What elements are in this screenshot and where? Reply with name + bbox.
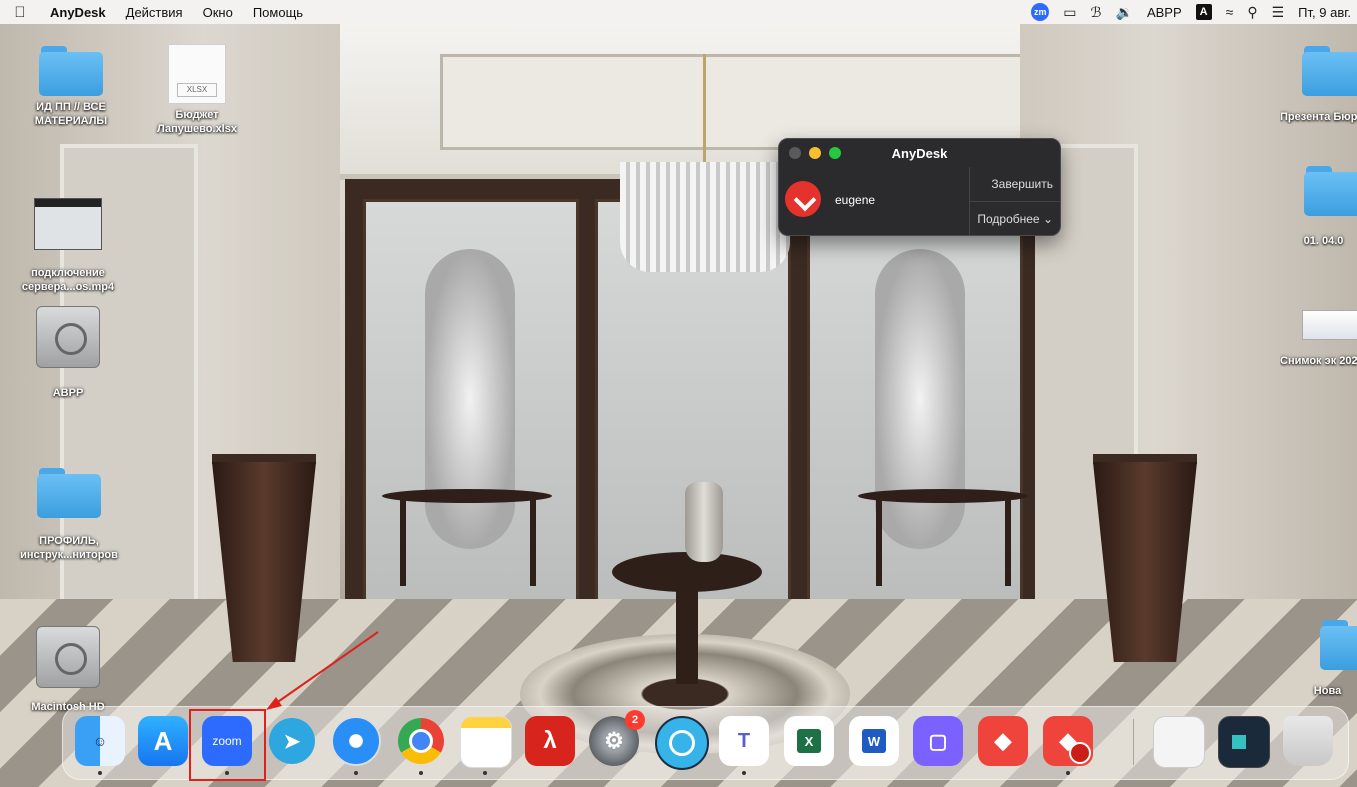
wallpaper-chandelier: [620, 162, 790, 272]
anydesk-titlebar[interactable]: AnyDesk: [779, 139, 1060, 167]
notification-badge: 2: [625, 710, 645, 730]
dock-screen-app-icon[interactable]: ▢: [913, 716, 963, 766]
display-icon[interactable]: ▭: [1063, 4, 1076, 21]
dock-telegram-icon[interactable]: ➤: [267, 716, 317, 766]
dock-acrobat-icon[interactable]: λ: [525, 716, 575, 766]
screenshot-thumbnail-icon: [1302, 310, 1357, 340]
desktop-folder-new[interactable]: Нова: [1298, 620, 1357, 698]
dock-finder-icon[interactable]: ☺: [75, 716, 125, 766]
desktop-folder-profile[interactable]: ПРОФИЛЬ, инструк...ниторов: [4, 468, 134, 562]
annotation-highlight-box: [189, 709, 266, 781]
desktop-folder-presentation[interactable]: Презента Бюро: [1280, 46, 1357, 124]
wallpaper-vase: [685, 482, 723, 562]
disk-icon: [36, 626, 100, 688]
input-source-icon[interactable]: A: [1195, 4, 1212, 20]
close-window-button[interactable]: [789, 147, 801, 159]
desktop-icon-label: ИД ПП // ВСЕ МАТЕРИАЛЫ: [34, 101, 108, 127]
anydesk-user-avatar-icon: [785, 181, 821, 217]
end-session-button[interactable]: Завершить: [970, 167, 1061, 201]
dock-chrome-icon[interactable]: [396, 716, 446, 766]
desktop-icon-label: Снимок эк 2024-01...1: [1280, 355, 1357, 367]
desktop-file-video[interactable]: подключение сервера...os.mp4: [8, 198, 128, 294]
dock-word-icon[interactable]: W: [849, 716, 899, 766]
dock-screenshot-stack-icon[interactable]: [1153, 716, 1205, 768]
volume-icon[interactable]: 🔉: [1116, 4, 1133, 21]
wifi-icon[interactable]: ≈: [1226, 4, 1234, 20]
desktop-disk-macintosh-hd[interactable]: Macintosh HD: [18, 626, 118, 714]
folder-icon: [1302, 46, 1357, 96]
desktop-folder-id-pp[interactable]: ИД ПП // ВСЕ МАТЕРИАЛЫ: [16, 46, 126, 128]
desktop-icon-label: Нова: [1313, 685, 1342, 697]
dock-appstore-icon[interactable]: A: [138, 716, 188, 766]
anydesk-window-title: AnyDesk: [891, 145, 948, 161]
menu-clock[interactable]: Пт, 9 авг.: [1298, 5, 1351, 20]
menu-app-name[interactable]: AnyDesk: [40, 5, 116, 20]
menu-window[interactable]: Окно: [193, 5, 243, 20]
desktop-icon-label: Бюджет Лапушево.xlsx: [157, 109, 237, 135]
dock-notes-icon[interactable]: [460, 716, 512, 768]
folder-icon: [1320, 620, 1357, 670]
more-details-button[interactable]: Подробнее ⌄: [970, 201, 1061, 236]
dock-anydesk-icon[interactable]: ◆: [978, 716, 1028, 766]
dock-trash-icon[interactable]: [1283, 716, 1333, 766]
dock-separator: [1133, 719, 1134, 765]
dock-safari-icon[interactable]: [331, 716, 381, 766]
anydesk-window: AnyDesk eugene Завершить Подробнее ⌄: [778, 138, 1061, 236]
desktop-wallpaper: [0, 24, 1357, 787]
chevron-down-icon: ⌄: [1042, 212, 1053, 226]
desktop-folder-01-04[interactable]: 01. 04.0: [1290, 166, 1357, 248]
desktop-screenshot-file[interactable]: Снимок эк 2024-01...1: [1280, 300, 1357, 368]
desktop-icon-label: 01. 04.0: [1303, 235, 1344, 247]
menu-bar:  AnyDesk Действия Окно Помощь zm ▭ ℬ 🔉 …: [0, 0, 1357, 24]
folder-icon: [37, 468, 101, 518]
desktop-icon-label: ПРОФИЛЬ, инструк...ниторов: [20, 535, 118, 561]
minimize-window-button[interactable]: [809, 147, 821, 159]
anydesk-connected-user: eugene: [835, 193, 876, 207]
desktop-file-budget-xlsx[interactable]: XLSX Бюджет Лапушево.xlsx: [142, 44, 252, 136]
dock-excel-icon[interactable]: X: [784, 716, 834, 766]
dock-settings-icon[interactable]: ⚙ 2: [589, 710, 645, 766]
dock-anydesk-alt-icon[interactable]: ◆: [1043, 716, 1093, 766]
video-thumbnail-icon: [34, 198, 102, 250]
bluetooth-icon[interactable]: ℬ: [1091, 4, 1102, 21]
folder-icon: [39, 46, 103, 96]
apple-menu-icon[interactable]: : [0, 4, 40, 21]
menu-help[interactable]: Помощь: [243, 5, 313, 20]
desktop-icon-label: АВРР: [52, 387, 84, 399]
menu-actions[interactable]: Действия: [116, 5, 193, 20]
folder-icon: [1304, 166, 1357, 216]
keyboard-layout[interactable]: АВРР: [1147, 5, 1182, 20]
spotlight-search-icon[interactable]: ⚲: [1247, 4, 1257, 21]
dock-webcam-icon[interactable]: [655, 716, 709, 770]
xlsx-file-icon: XLSX: [168, 44, 226, 104]
desktop-disk-avrr[interactable]: АВРР: [28, 306, 108, 400]
desktop-icon-label: Презента Бюро: [1280, 111, 1357, 123]
zoom-status-icon[interactable]: zm: [1031, 3, 1050, 21]
dock-teams-icon[interactable]: T: [719, 716, 769, 766]
dock-zoom-window-icon[interactable]: [1218, 716, 1270, 768]
desktop-icon-label: подключение сервера...os.mp4: [21, 267, 115, 293]
zoom-window-button[interactable]: [829, 147, 841, 159]
disk-icon: [36, 306, 100, 368]
control-center-icon[interactable]: ☰: [1272, 4, 1285, 21]
